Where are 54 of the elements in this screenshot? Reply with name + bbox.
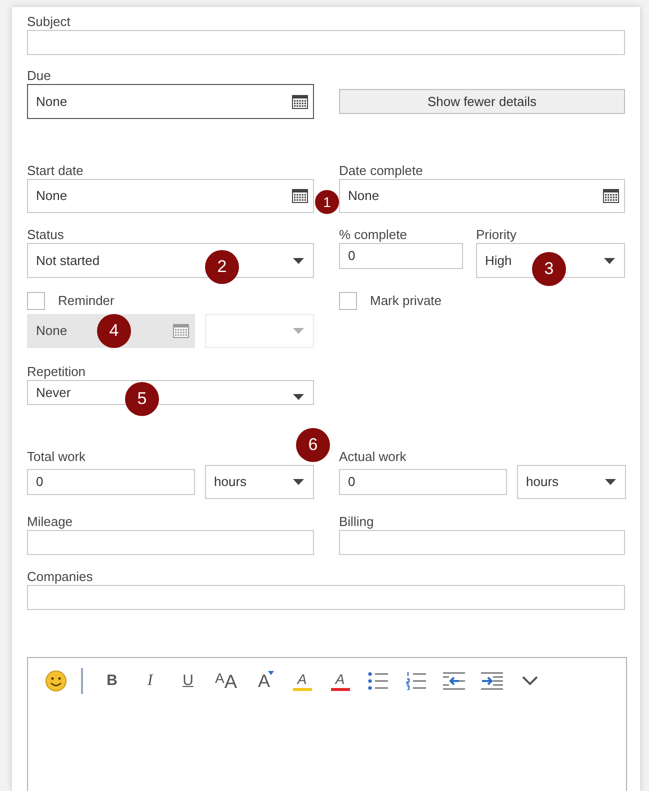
field-label: Actual work xyxy=(339,448,408,465)
dropdown[interactable]: hours xyxy=(205,465,314,499)
calendar-icon xyxy=(173,324,189,338)
field-label: Start date xyxy=(27,162,84,179)
bold-button[interactable]: B xyxy=(93,667,131,695)
underline-button[interactable]: U xyxy=(169,667,207,695)
checkbox-label: Mark private xyxy=(370,292,442,310)
field-label: Billing xyxy=(339,513,375,530)
smiley-icon xyxy=(45,670,67,692)
date-picker[interactable]: None xyxy=(27,84,314,119)
date-picker[interactable]: None xyxy=(27,179,314,213)
field-label: Priority xyxy=(476,226,518,243)
triangle-icon xyxy=(268,671,274,675)
bullet-list-icon xyxy=(368,672,388,690)
text-field[interactable] xyxy=(27,585,625,610)
numbered-list-icon xyxy=(406,672,426,690)
field-label: % complete xyxy=(339,226,408,243)
text-field[interactable]: 0 xyxy=(27,469,195,495)
highlight-button[interactable]: A xyxy=(283,667,321,695)
text-field[interactable] xyxy=(339,530,625,555)
field-label: Repetition xyxy=(27,363,87,380)
caret-icon xyxy=(293,479,304,485)
checkbox[interactable] xyxy=(339,292,357,310)
dropdown[interactable]: hours xyxy=(517,465,626,499)
field-label: Total work xyxy=(27,448,87,465)
calendar-icon xyxy=(292,94,308,108)
field-label: Mileage xyxy=(27,513,74,530)
field-label: Companies xyxy=(27,568,94,585)
caret-icon xyxy=(293,328,304,334)
date-picker[interactable]: None xyxy=(339,179,625,213)
chevron-down-icon xyxy=(522,676,538,686)
field-label: Date complete xyxy=(339,162,424,179)
calendar-icon xyxy=(292,189,308,203)
text-field[interactable]: 0 xyxy=(339,469,507,495)
caret-icon xyxy=(605,479,616,485)
text-field[interactable]: 0 xyxy=(339,243,463,269)
toolbar-separator xyxy=(81,668,83,694)
caret-icon xyxy=(604,258,615,264)
field-label: Subject xyxy=(27,13,72,30)
field-label: Due xyxy=(27,67,52,84)
calendar-icon xyxy=(603,189,619,203)
italic-button[interactable]: I xyxy=(131,667,169,695)
checkbox-label: Reminder xyxy=(58,292,114,310)
grow-font-button[interactable]: A xyxy=(245,667,283,695)
indent-icon xyxy=(481,672,503,690)
field-label: Status xyxy=(27,226,65,243)
outdent-icon xyxy=(443,672,465,690)
show-fewer-details-button[interactable]: Show fewer details xyxy=(339,89,625,114)
font-color-button[interactable]: A xyxy=(321,667,359,695)
caret-icon xyxy=(293,394,304,400)
text-field[interactable] xyxy=(27,30,625,55)
callout-badge: 4 xyxy=(97,314,131,348)
caret-icon xyxy=(293,258,304,264)
text-field[interactable] xyxy=(27,530,314,555)
